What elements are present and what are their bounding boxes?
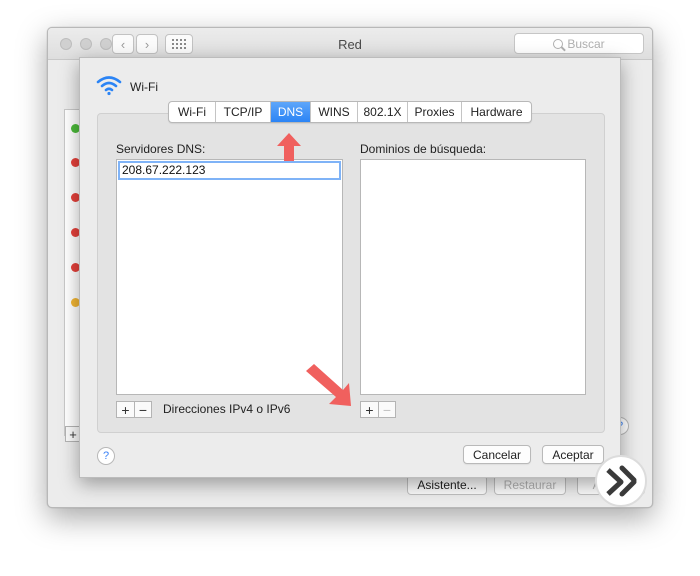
accept-button[interactable]: Aceptar [542,445,604,464]
tab-hardware[interactable]: Hardware [462,102,531,122]
tab-tcpip[interactable]: TCP/IP [216,102,271,122]
tab-wifi[interactable]: Wi-Fi [169,102,216,122]
search-domains-list[interactable] [360,159,586,395]
wifi-icon [96,76,122,96]
tab-bar: Wi-Fi TCP/IP DNS WINS 802.1X Proxies Har… [168,101,532,123]
watermark-logo [595,455,647,507]
dns-add-remove-control: + − [116,401,152,418]
tab-proxies[interactable]: Proxies [408,102,462,122]
search-field[interactable]: Buscar [514,33,644,54]
wifi-advanced-sheet: Wi-Fi Wi-Fi TCP/IP DNS WINS 802.1X Proxi… [79,57,621,478]
dns-address-hint: Direcciones IPv4 o IPv6 [163,402,291,416]
logo-icon [606,465,637,497]
search-placeholder: Buscar [567,36,605,51]
dns-servers-label: Servidores DNS: [116,142,206,156]
add-domain-button[interactable]: + [361,402,378,417]
tab-8021x[interactable]: 802.1X [358,102,408,122]
search-icon [553,38,564,49]
cancel-button[interactable]: Cancelar [463,445,531,464]
title-bar: ‹ › Red Buscar [48,28,652,60]
dns-server-entry-field[interactable]: 208.67.222.123 [118,161,341,180]
help-button[interactable]: ? [97,447,115,465]
sheet-title: Wi-Fi [130,80,158,94]
tab-wins[interactable]: WINS [311,102,358,122]
dns-servers-list[interactable]: 208.67.222.123 [116,159,343,395]
annotation-arrow-diagonal-icon [306,364,351,406]
add-dns-button[interactable]: + [117,402,134,417]
restore-button[interactable]: Restaurar [494,475,566,495]
domain-add-remove-control: + − [360,401,396,418]
remove-dns-button[interactable]: − [134,402,151,417]
annotation-arrow-up-icon [277,133,301,161]
search-domains-label: Dominios de búsqueda: [360,142,487,156]
assistant-button[interactable]: Asistente... [407,475,487,495]
remove-domain-button[interactable]: − [378,402,395,417]
tab-dns[interactable]: DNS [271,102,311,122]
